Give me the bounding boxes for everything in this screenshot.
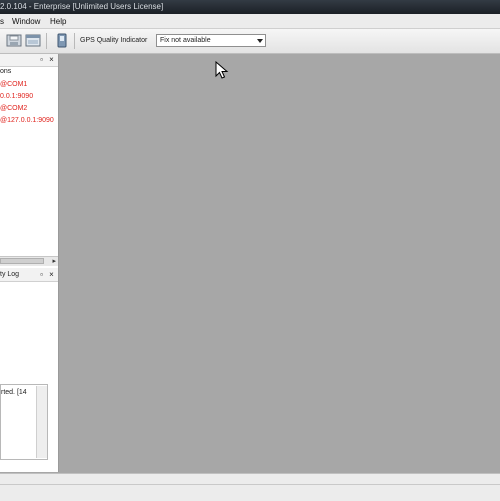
- connection-item[interactable]: 0.0.1:9090: [0, 93, 33, 100]
- maximize-icon[interactable]: ▫: [38, 271, 45, 279]
- scroll-right-icon[interactable]: ▸: [52, 257, 56, 265]
- status-bar: [0, 473, 500, 501]
- menu-fragment[interactable]: s: [0, 17, 4, 26]
- menu-bar: s Window Help: [0, 14, 500, 29]
- gps-quality-select[interactable]: Fix not available: [156, 34, 266, 47]
- maximize-icon[interactable]: ▫: [38, 56, 45, 64]
- save-icon[interactable]: [6, 33, 22, 48]
- window-icon[interactable]: [25, 33, 41, 48]
- close-icon[interactable]: ×: [48, 271, 55, 279]
- gps-quality-label: GPS Quality Indicator: [80, 37, 148, 44]
- mouse-cursor-icon: [215, 61, 229, 79]
- chevron-down-icon: [257, 39, 263, 43]
- connection-item[interactable]: @127.0.0.1:9090: [0, 117, 54, 124]
- toolbar-separator: [74, 33, 75, 49]
- activity-panel-header: ty Log ▫ ×: [0, 268, 58, 282]
- connections-panel-header: ons ▫ ×: [0, 54, 58, 75]
- vertical-scrollbar[interactable]: [36, 386, 47, 458]
- connections-panel-title: ons: [0, 68, 12, 75]
- horizontal-scrollbar[interactable]: ▸: [0, 256, 58, 266]
- connection-item[interactable]: @COM1: [0, 81, 27, 88]
- device-icon[interactable]: [54, 33, 70, 48]
- activity-panel-title: ty Log: [0, 271, 20, 278]
- gps-quality-value: Fix not available: [160, 37, 211, 44]
- status-divider: [0, 484, 500, 485]
- close-icon[interactable]: ×: [48, 56, 55, 64]
- menu-help[interactable]: Help: [50, 17, 66, 26]
- connection-item[interactable]: @COM2: [0, 105, 27, 112]
- title-bar: 2.0.104 - Enterprise [Unlimited Users Li…: [0, 0, 500, 14]
- log-text: rted. [14: [1, 389, 27, 396]
- menu-window[interactable]: Window: [12, 17, 40, 26]
- toolbar-separator: [46, 33, 47, 49]
- window-title: 2.0.104 - Enterprise [Unlimited Users Li…: [0, 2, 164, 11]
- scrollbar-thumb[interactable]: [0, 258, 44, 264]
